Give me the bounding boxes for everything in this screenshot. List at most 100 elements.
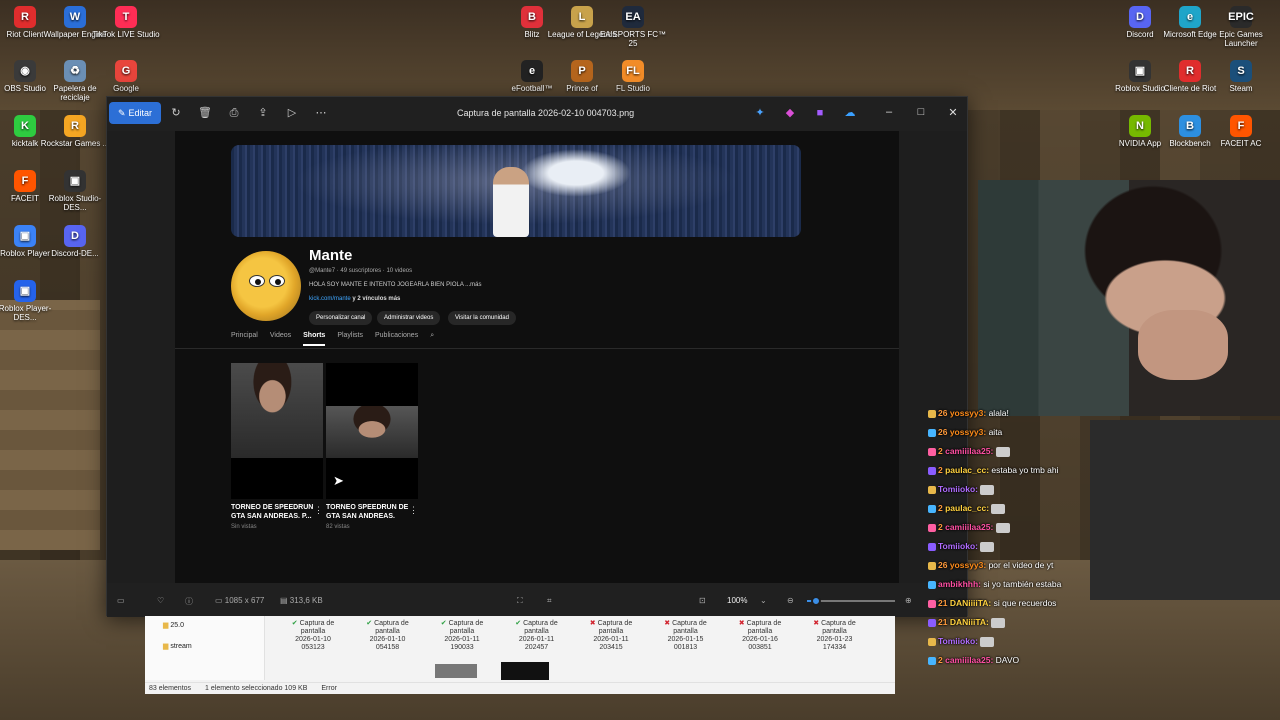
crop-icon[interactable]: ⛶	[517, 596, 523, 606]
close-icon[interactable]: ✕	[946, 106, 960, 119]
desktop-icon[interactable]: F FACEIT AC	[1206, 115, 1276, 148]
chat-username[interactable]: DANiiiiTA:	[950, 598, 994, 608]
synced-icon: ✔	[366, 620, 375, 627]
chat-username[interactable]: Tomiioko:	[938, 541, 980, 551]
designer-icon[interactable]: ✦	[753, 106, 767, 120]
chat-username[interactable]: DANiiiTA:	[950, 617, 991, 627]
channel-link[interactable]: kick.com/mante y 2 vínculos más	[309, 296, 400, 302]
filmstrip-icon[interactable]: ▭	[117, 596, 125, 605]
chat-username[interactable]: Tomiioko:	[938, 484, 980, 494]
visual-search-icon[interactable]: ⌗	[547, 596, 552, 606]
file-name: Captura de pantalla	[374, 620, 409, 635]
chat-username[interactable]: camiiilaa25:	[945, 522, 996, 532]
short-thumbnail[interactable]	[231, 363, 323, 499]
edit-button[interactable]: ✎ Editar	[109, 102, 161, 124]
desktop-icon[interactable]: ▣ Roblox Player-DES...	[0, 280, 60, 322]
zoom-in-icon[interactable]: ⊕	[905, 596, 912, 605]
file-item[interactable]: ✔ Captura de pantalla 2026-01-11 190033	[429, 620, 495, 652]
chat-username[interactable]: yossyy3:	[950, 560, 989, 570]
paint-icon[interactable]: ◆	[783, 106, 797, 120]
file-item[interactable]: ✖ Captura de pantalla 2026-01-15 001813	[653, 620, 719, 652]
desktop-icon[interactable]: FL FL Studio	[598, 60, 668, 93]
file-thumbnail[interactable]	[435, 664, 477, 678]
desktop-icon[interactable]: R Rockstar Games ...	[40, 115, 110, 148]
short-views: Sin vistas	[231, 524, 257, 530]
file-item[interactable]: ✖ Captura de pantalla 2026-01-23 174334	[802, 620, 868, 652]
desktop-icon[interactable]: ▣ Roblox Studio-DES...	[40, 170, 110, 212]
desktop-icon[interactable]: D Discord-DE...	[40, 225, 110, 258]
file-item[interactable]: ✔ Captura de pantalla 2026-01-10 053123	[280, 620, 346, 652]
desktop-icon[interactable]: EPIC Epic Games Launcher	[1206, 6, 1276, 48]
chat-text: DAVO	[995, 655, 1020, 665]
short-title[interactable]: TORNEO SPEEDRUN DE GTA SAN ANDREAS.	[326, 503, 418, 521]
rotate-icon[interactable]: ↻	[169, 106, 183, 120]
share-icon[interactable]: ⇪	[256, 106, 270, 120]
photos-window[interactable]: ✎ Editar ↻ 🗑 ⎙ ⇪ ▷ ⋯ Captura de pantalla…	[106, 96, 968, 617]
desktop-icon[interactable]: G Google	[91, 60, 161, 93]
tab-publicaciones[interactable]: Publicaciones	[375, 332, 418, 346]
more-options-icon[interactable]: ⋮	[314, 505, 323, 516]
screenshot-canvas: Mante @Mante7 · 49 suscriptores · 10 vid…	[175, 131, 899, 583]
zoom-out-icon[interactable]: ⊖	[787, 596, 794, 605]
more-options-icon[interactable]: ⋮	[409, 505, 418, 516]
zoom-slider[interactable]	[807, 596, 895, 606]
zoom-level[interactable]: 100%	[727, 596, 747, 605]
file-item[interactable]: ✖ Captura de pantalla 2026-01-11 203415	[578, 620, 644, 652]
chat-message: 26 yossyy3: aita	[928, 427, 1002, 437]
visit-community-button[interactable]: Visitar la comunidad	[448, 311, 516, 325]
error-icon: ✖	[664, 620, 673, 627]
slideshow-icon[interactable]: ▷	[285, 106, 299, 120]
file-item[interactable]: ✔ Captura de pantalla 2026-01-10 054158	[355, 620, 421, 652]
chat-message: 2 paulac_cc: estaba yo tmb ahi	[928, 465, 1059, 475]
print-icon[interactable]: ⎙	[227, 106, 241, 120]
clipchamp-icon[interactable]: ■	[813, 106, 827, 120]
more-icon[interactable]: ⋯	[314, 106, 328, 120]
chat-username[interactable]: Tomiioko:	[938, 636, 980, 646]
desktop-icon[interactable]: S Steam	[1206, 60, 1276, 93]
chat-username[interactable]: camiiilaa25:	[945, 655, 996, 665]
app-icon: ▣	[14, 225, 36, 247]
tab-videos[interactable]: Videos	[270, 332, 291, 346]
chat-username[interactable]: paulac_cc:	[945, 503, 991, 513]
edit-label: Editar	[128, 108, 153, 118]
chevron-down-icon[interactable]: ⌄	[760, 596, 767, 605]
file-item[interactable]: ✔ Captura de pantalla 2026-01-11 202457	[504, 620, 570, 652]
tab-shorts[interactable]: Shorts	[303, 332, 326, 346]
file-name: Captura de pantalla	[448, 620, 484, 635]
synced-icon: ✔	[515, 620, 524, 627]
channel-description[interactable]: HOLA SOY MANTE E INTENTO JOGEARLA BIEN P…	[309, 282, 482, 288]
tab-principal[interactable]: Principal	[231, 332, 258, 346]
file-item[interactable]: ✖ Captura de pantalla 2026-01-16 003851	[727, 620, 793, 652]
chat-username[interactable]: paulac_cc:	[945, 465, 991, 475]
short-title[interactable]: TORNEO DE SPEEDRUN GTA SAN ANDREAS. P...	[231, 503, 323, 521]
maximize-icon[interactable]: □	[914, 106, 928, 118]
chat-username[interactable]: yossyy3:	[950, 408, 989, 418]
emote-icon	[991, 617, 1006, 628]
fit-window-icon[interactable]: ⊡	[699, 596, 706, 605]
customize-channel-button[interactable]: Personalizar canal	[309, 311, 373, 325]
folder-item[interactable]: ▆ 25.0	[163, 621, 184, 629]
chat-message: Tomiioko:	[928, 636, 995, 647]
tab-playlists[interactable]: Playlists	[337, 332, 363, 346]
delete-icon[interactable]: 🗑	[198, 106, 212, 120]
chat-message: 26 yossyy3: por el video de yt	[928, 560, 1053, 570]
channel-avatar[interactable]	[231, 251, 301, 321]
desktop-icon[interactable]: T TikTok LIVE Studio	[91, 6, 161, 39]
favorite-icon[interactable]: ♡	[157, 596, 164, 605]
badge-icon	[928, 485, 936, 494]
folder-item[interactable]: ▆ stream	[163, 642, 192, 650]
chat-username[interactable]: camiiilaa25:	[945, 446, 996, 456]
explorer-status-bar: 83 elementos 1 elemento seleccionado 109…	[145, 682, 895, 694]
badge-icon	[928, 409, 936, 418]
manage-videos-button[interactable]: Administrar videos	[377, 311, 441, 325]
chat-username[interactable]: yossyy3:	[950, 427, 989, 437]
minimize-icon[interactable]: –	[882, 106, 896, 118]
desktop-icon[interactable]: EA EA SPORTS FC™ 25	[598, 6, 668, 48]
info-icon[interactable]: ⓘ	[185, 596, 193, 607]
chat-username[interactable]: ambikhhh:	[938, 579, 983, 589]
onedrive-icon[interactable]: ☁	[843, 106, 857, 120]
file-time: 203415	[599, 644, 623, 651]
edit-icon: ✎	[117, 107, 126, 118]
search-icon[interactable]: ⌕	[430, 332, 434, 346]
file-thumbnail[interactable]	[501, 662, 549, 680]
